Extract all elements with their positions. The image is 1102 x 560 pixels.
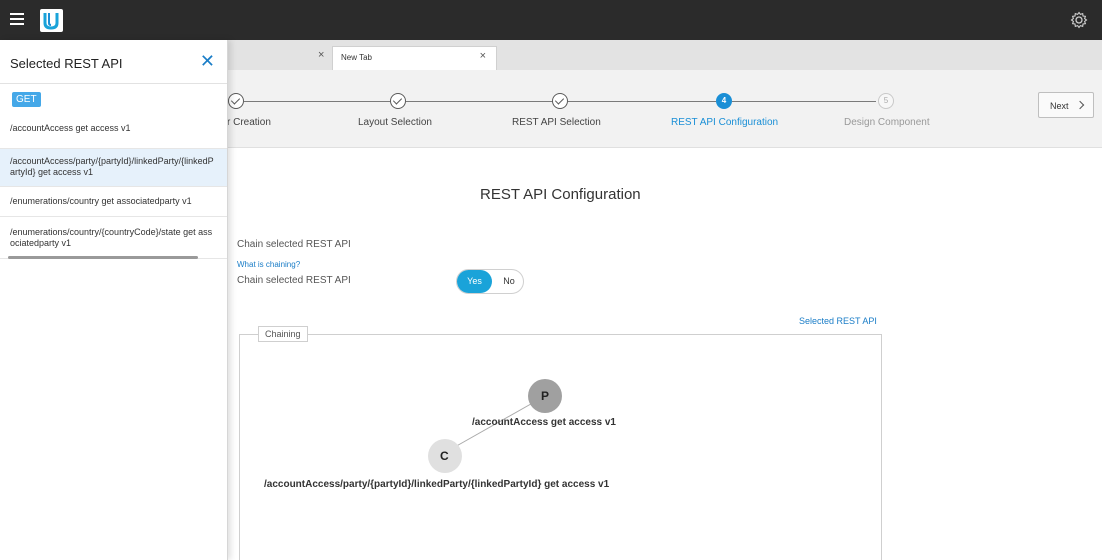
parent-node-letter: P	[541, 389, 550, 403]
step-label[interactable]: Design Component	[844, 117, 930, 128]
selected-rest-api-link[interactable]: Selected REST API	[799, 316, 877, 326]
scrollbar[interactable]	[8, 256, 198, 259]
toggle-no-option[interactable]: No	[497, 270, 521, 293]
chaining-help-link[interactable]: What is chaining?	[237, 260, 300, 269]
chaining-graph	[428, 379, 562, 473]
list-item[interactable]: /accountAccess/party/{partyId}/linkedPar…	[0, 149, 227, 187]
step-label[interactable]: r Creation	[227, 117, 271, 128]
panel-title: Selected REST API	[10, 56, 123, 71]
method-badge: GET	[12, 92, 41, 107]
step-check-icon	[228, 93, 244, 109]
chain-toggle-label: Chain selected REST API	[237, 275, 351, 286]
selected-rest-api-panel: Selected REST API ✕ GET /accountAccess g…	[0, 40, 228, 560]
top-bar	[0, 0, 1102, 40]
step-check-icon	[552, 93, 568, 109]
tab-close-icon[interactable]: ×	[318, 49, 324, 61]
child-node-letter: C	[440, 449, 449, 463]
logo-icon	[40, 9, 63, 32]
step-indicator-pending: 5	[878, 93, 894, 109]
panel-header: Selected REST API ✕	[0, 40, 227, 84]
step-check-icon	[390, 93, 406, 109]
list-item[interactable]: /enumerations/country/{countryCode}/stat…	[0, 217, 227, 259]
step-connector	[732, 101, 876, 102]
tab-close-icon[interactable]: ×	[480, 50, 486, 62]
step-connector	[244, 101, 392, 102]
next-button-label: Next	[1050, 101, 1069, 111]
tab-label: New Tab	[341, 53, 372, 62]
tab-strip: × New Tab ×	[228, 40, 1102, 70]
hamburger-icon[interactable]	[10, 13, 24, 25]
step-connector	[568, 101, 716, 102]
parent-node-label: /accountAccess get access v1	[472, 417, 616, 428]
tab-new-tab[interactable]: New Tab ×	[332, 46, 497, 70]
step-connector	[406, 101, 554, 102]
page-title: REST API Configuration	[480, 186, 641, 203]
api-list: /accountAccess get access v1 /accountAcc…	[0, 113, 227, 259]
chain-toggle[interactable]: Yes No	[456, 269, 524, 294]
step-indicator-active: 4	[716, 93, 732, 109]
wizard-stepper: 4 5 r Creation Layout Selection REST API…	[227, 70, 1102, 148]
gear-icon[interactable]	[1070, 11, 1088, 29]
toggle-yes-option[interactable]: Yes	[457, 270, 492, 293]
close-icon[interactable]: ✕	[200, 52, 215, 70]
child-node-label: /accountAccess/party/{partyId}/linkedPar…	[264, 479, 610, 490]
chevron-right-icon	[1075, 100, 1085, 110]
step-label[interactable]: REST API Configuration	[671, 117, 778, 128]
next-button[interactable]: Next	[1038, 92, 1094, 118]
step-label[interactable]: Layout Selection	[358, 117, 432, 128]
list-item[interactable]: /enumerations/country get associatedpart…	[0, 187, 227, 217]
list-item[interactable]: /accountAccess get access v1	[0, 113, 227, 149]
chain-heading: Chain selected REST API	[237, 239, 351, 250]
step-label[interactable]: REST API Selection	[512, 117, 601, 128]
